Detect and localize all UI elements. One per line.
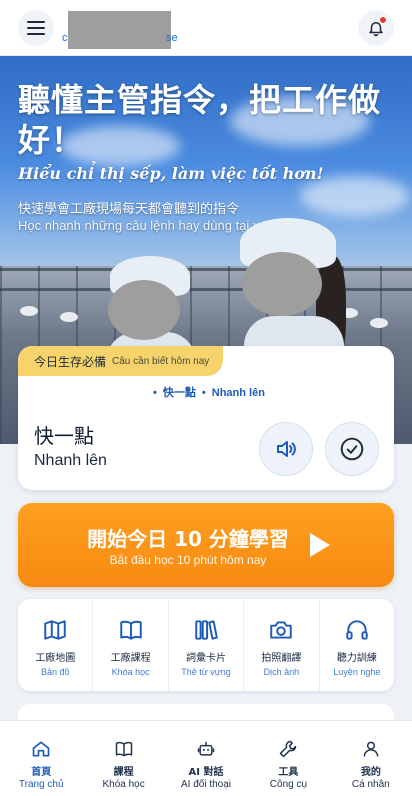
tool-label-zh: 詞彙卡片 bbox=[186, 653, 227, 664]
hero-title: 聽懂主管指令，把工作做好！ bbox=[18, 81, 382, 159]
tool-listening-training[interactable]: 聽力訓練 Luyện nghe bbox=[320, 599, 394, 691]
brand-text-end: se bbox=[166, 32, 178, 44]
brand-logo-redacted bbox=[68, 11, 171, 49]
hero-description-zh: 快速學會工廠現場每天都會聽到的指令 bbox=[18, 202, 240, 217]
start-lesson-button[interactable]: 開始今日 10 分鐘學習 Bắt đầu học 10 phút hôm nay bbox=[18, 503, 394, 587]
daily-phrase-card[interactable]: 今日生存必備 Câu cần biết hôm nay • 快一點 • Nhanh l… bbox=[18, 346, 394, 490]
nav-tools[interactable]: 工具 Công cụ bbox=[247, 721, 329, 796]
phrase-vietnamese: Nhanh lên bbox=[34, 452, 107, 469]
nav-label-zh: 工具 bbox=[278, 767, 299, 778]
camera-icon bbox=[270, 621, 293, 639]
badge-label-zh: 今日生存必備 bbox=[34, 354, 107, 369]
tool-factory-map[interactable]: 工廠地圖 Bản đồ bbox=[18, 599, 94, 691]
phrase-chinese: 快一點 bbox=[34, 424, 94, 448]
tool-photo-translate[interactable]: 拍照翻譯 Dịch ảnh bbox=[244, 599, 320, 691]
tool-label-zh: 聽力訓練 bbox=[336, 653, 377, 664]
nav-label-vi: Trang chủ bbox=[18, 779, 64, 790]
headphones-icon bbox=[346, 620, 368, 640]
nav-label-zh: 課程 bbox=[113, 767, 134, 778]
phrase-breadcrumb: • 快一點 • Nhanh lên bbox=[153, 387, 265, 399]
nav-label-vi: Cá nhân bbox=[351, 779, 390, 790]
play-audio-button[interactable] bbox=[259, 422, 313, 476]
nav-ai-chat[interactable]: AI 對話 AI đối thoại bbox=[165, 721, 247, 796]
daily-badge: 今日生存必備 Câu cần biết hôm nay bbox=[18, 346, 224, 376]
nav-label-zh: 我的 bbox=[360, 767, 381, 778]
app-header: c se bbox=[0, 0, 412, 56]
map-icon bbox=[44, 620, 66, 640]
speaker-icon bbox=[277, 441, 296, 457]
bottom-navigation: 首頁 Trang chủ 課程 Khóa học AI 對話 AI đối th… bbox=[0, 720, 412, 796]
play-icon bbox=[310, 533, 330, 557]
menu-button[interactable] bbox=[18, 10, 54, 46]
menu-icon bbox=[27, 21, 45, 35]
user-icon bbox=[363, 741, 379, 757]
notification-dot bbox=[379, 16, 387, 24]
tool-label-vi: Dịch ảnh bbox=[263, 667, 300, 677]
nav-label-zh: 首頁 bbox=[31, 767, 52, 778]
brand-text-start: c bbox=[62, 32, 68, 44]
wrench-icon bbox=[280, 740, 297, 758]
tool-factory-courses[interactable]: 工廠課程 Khóa học bbox=[93, 599, 169, 691]
badge-label-vi: Câu cần biết hôm nay bbox=[112, 355, 210, 367]
notifications-button[interactable] bbox=[358, 10, 394, 46]
book-icon bbox=[119, 620, 142, 640]
cards-icon bbox=[195, 620, 218, 640]
nav-label-vi: Khóa học bbox=[102, 779, 145, 790]
mark-learned-button[interactable] bbox=[325, 422, 379, 476]
home-icon bbox=[32, 741, 50, 757]
crumb-vi: Nhanh lên bbox=[211, 387, 265, 399]
nav-label-zh: AI 對話 bbox=[188, 767, 224, 778]
tool-label-zh: 工廠課程 bbox=[110, 653, 151, 664]
book-icon bbox=[115, 741, 132, 757]
robot-icon bbox=[197, 741, 215, 756]
nav-home[interactable]: 首頁 Trang chủ bbox=[0, 721, 82, 796]
check-circle-icon bbox=[340, 437, 364, 461]
nav-label-vi: Công cụ bbox=[269, 779, 308, 790]
cta-title: 開始今日 10 分鐘學習 bbox=[87, 527, 289, 551]
tool-label-vi: Bản đồ bbox=[40, 667, 70, 677]
tools-grid: 工廠地圖 Bản đồ 工廠課程 Khóa học 詞彙卡片 Thẻ từ vự… bbox=[18, 599, 394, 691]
nav-label-vi: AI đối thoại bbox=[180, 779, 232, 790]
crumb-zh: 快一點 bbox=[162, 387, 196, 399]
cta-subtitle: Bắt đầu học 10 phút hôm nay bbox=[109, 553, 267, 567]
tool-label-zh: 拍照翻譯 bbox=[261, 653, 302, 664]
hero-subtitle: Hiểu chỉ thị sếp, làm việc tốt hơn! bbox=[18, 164, 324, 183]
tool-label-vi: Thẻ từ vựng bbox=[181, 667, 231, 677]
tool-label-zh: 工廠地圖 bbox=[35, 653, 76, 664]
nav-profile[interactable]: 我的 Cá nhân bbox=[330, 721, 412, 796]
tool-vocab-cards[interactable]: 詞彙卡片 Thẻ từ vựng bbox=[169, 599, 245, 691]
nav-courses[interactable]: 課程 Khóa học bbox=[82, 721, 164, 796]
tool-label-vi: Luyện nghe bbox=[333, 667, 381, 677]
tool-label-vi: Khóa học bbox=[111, 667, 150, 677]
